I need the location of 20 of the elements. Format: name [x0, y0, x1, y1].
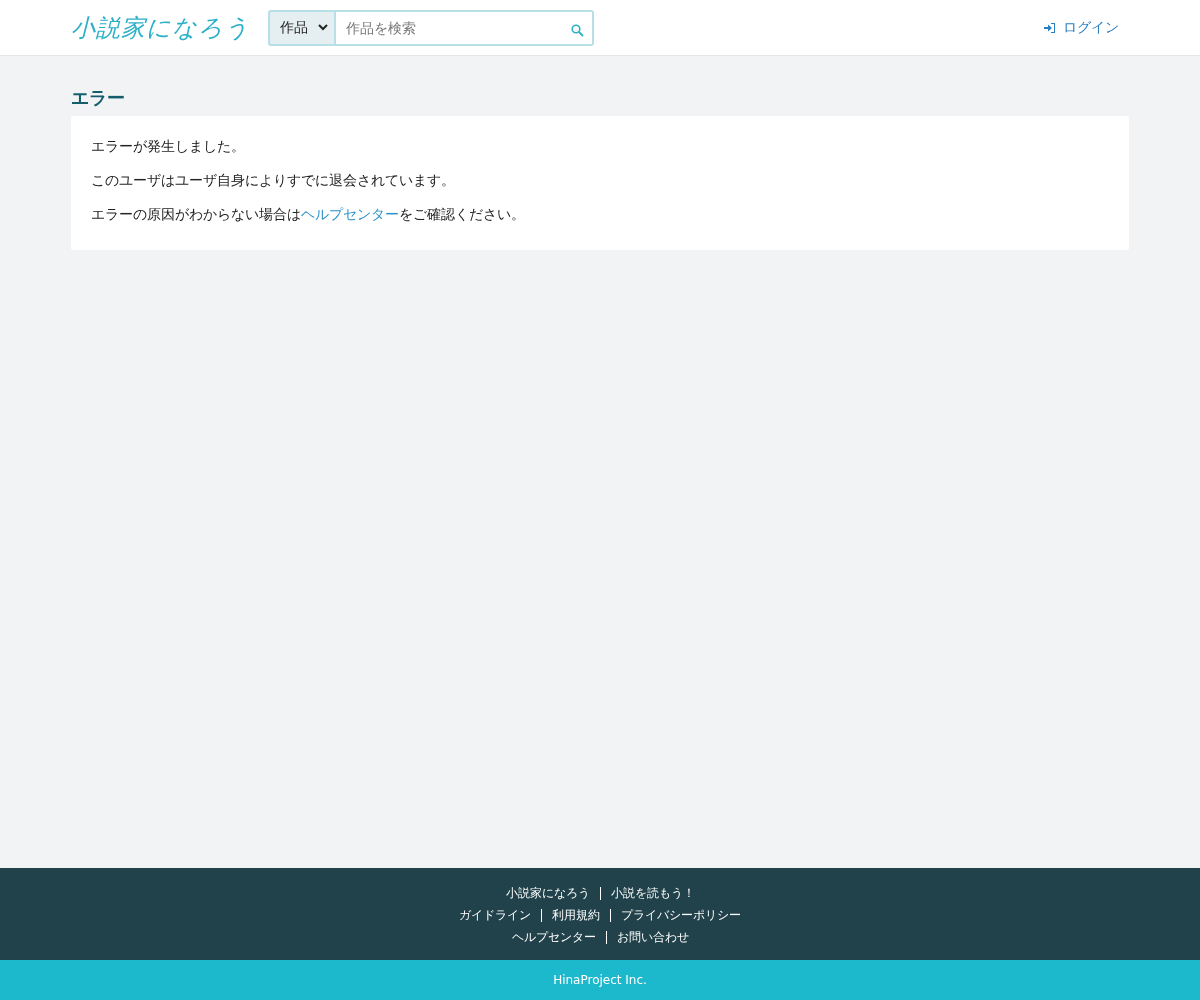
category-select[interactable]: 作品	[268, 9, 336, 46]
error-message: エラーが発生しました。	[91, 137, 246, 156]
footer-link[interactable]: 利用規約	[542, 906, 610, 924]
footer-link[interactable]: プライバシーポリシー	[611, 906, 751, 924]
search-field[interactable]: 作品を検索	[336, 9, 594, 46]
search-icon[interactable]	[571, 24, 584, 37]
error-message: このユーザはユーザ自身によりすでに退会されています。	[91, 171, 456, 190]
help-center-link[interactable]: ヘルプセンター	[301, 206, 399, 222]
copyright-bar: HinaProject Inc.	[0, 960, 1200, 1000]
footer-link[interactable]: ヘルプセンター	[501, 928, 606, 946]
footer-link[interactable]: 小説を読もう！	[600, 884, 705, 902]
footer-link[interactable]: お問い合わせ	[606, 928, 699, 946]
footer-link[interactable]: 小説家になろう	[495, 884, 600, 902]
login-link[interactable]: ログイン	[1044, 18, 1119, 37]
help-message: エラーの原因がわからない場合はヘルプセンターをご確認ください。	[91, 205, 526, 224]
page-title: エラー	[71, 86, 126, 110]
chevron-down-icon	[318, 24, 328, 31]
footer-link[interactable]: ガイドライン	[449, 906, 541, 924]
search-input[interactable]: 作品を検索	[336, 11, 571, 44]
login-icon	[1044, 22, 1055, 33]
